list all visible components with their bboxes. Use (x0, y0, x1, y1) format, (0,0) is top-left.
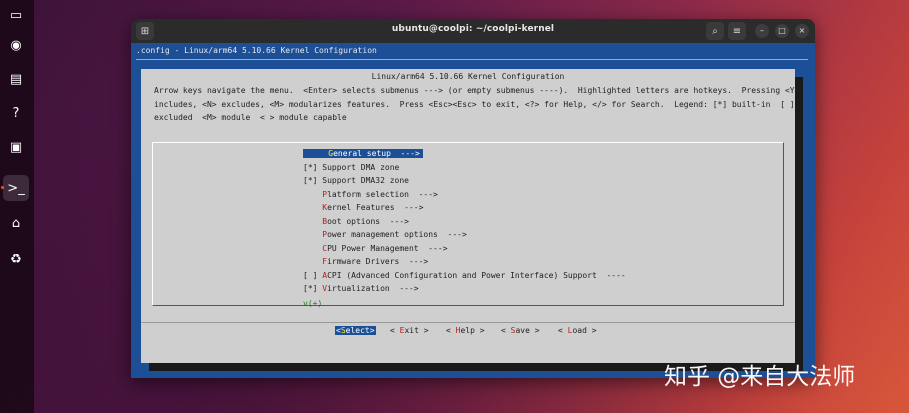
menu-item[interactable]: [*] Support DMA zone (303, 163, 399, 172)
more-indicator: v(+) (303, 299, 323, 308)
menu-item-label: eneral setup ---> (333, 149, 420, 158)
button-close: > (586, 326, 597, 335)
menu-item-prefix: [ ] (303, 270, 323, 280)
terminal-glyph: >_ (7, 180, 25, 196)
menu-item-prefix (303, 190, 322, 199)
dock: ▭ ◉ ▤ ? ▣ >_ ⌂ ♻ (0, 0, 34, 413)
help-line-1: Arrow keys navigate the menu. <Enter> se… (154, 86, 800, 95)
button-open: < (446, 326, 456, 335)
button-open: < (558, 326, 568, 335)
help-line-3: excluded <M> module < > module capable (154, 113, 347, 122)
maximize-icon[interactable]: □ (775, 24, 789, 38)
writer-glyph: ▤ (9, 71, 23, 87)
running-indicator (1, 186, 4, 189)
menu-item[interactable]: Platform selection ---> (303, 190, 438, 199)
button-exit[interactable]: < Exit > (390, 326, 429, 335)
menu-item-prefix (309, 149, 328, 158)
usb-glyph: ⌂ (11, 215, 21, 231)
menu-item-prefix (303, 217, 322, 226)
menu-item[interactable]: CPU Power Management ---> (303, 243, 448, 253)
menu-item[interactable]: Kernel Features ---> (303, 203, 423, 212)
trash-icon[interactable]: ♻ (3, 246, 29, 272)
remote-desktop-glyph: ▣ (9, 139, 23, 155)
menu-item-prefix: [*] (303, 176, 323, 185)
menu-item-label: latform selection ---> (327, 189, 438, 199)
menu-item-label: ower management options ---> (327, 230, 467, 239)
menuconfig-dialog: Linux/arm64 5.10.66 Kernel Configuration… (141, 69, 799, 363)
menu-item[interactable]: Boot options ---> (303, 217, 409, 226)
dialog-shadow-right (795, 77, 803, 371)
dialog-title: Linux/arm64 5.10.66 Kernel Configuration (371, 72, 565, 81)
rhythmbox-glyph: ◉ (10, 37, 22, 53)
menu-item[interactable]: Firmware Drivers ---> (303, 257, 428, 266)
button-close: > (529, 326, 540, 335)
menu-item[interactable]: Power management options ---> (303, 230, 467, 239)
trash-glyph: ♻ (10, 251, 22, 267)
menu-icon[interactable]: ≡ (728, 22, 746, 40)
menu-item-label: Support DMA zone (322, 162, 400, 172)
menu-item-label: irtualization ---> (327, 284, 419, 293)
watermark: 知乎 @来自大法师 (664, 364, 856, 390)
menu-item-label: ernel Features ---> (327, 203, 424, 212)
menu-item-label: CPI (Advanced Configuration and Power In… (327, 270, 626, 280)
button-rest: xit (404, 326, 419, 335)
button-help[interactable]: < Help > (446, 326, 485, 335)
menu-item-prefix: [*] (303, 284, 323, 293)
button-load[interactable]: < Load > (558, 326, 597, 335)
button-close: > (474, 326, 485, 335)
files-glyph: ▭ (9, 7, 23, 23)
minimize-icon[interactable]: – (755, 24, 769, 38)
menu-item-prefix: [*] (303, 162, 323, 172)
button-rest: elect (345, 326, 370, 335)
button-open: < (390, 326, 400, 335)
menu-box: General setup ---> [*] Support DMA zone [*… (152, 142, 784, 308)
close-icon[interactable]: × (795, 24, 809, 38)
menu-item[interactable]: [ ] ACPI (Advanced Configuration and Pow… (303, 271, 626, 280)
search-icon[interactable]: ⌕ (706, 22, 724, 40)
menu-item[interactable]: [*] Support DMA32 zone (303, 176, 409, 185)
menu-item-prefix (303, 203, 322, 212)
help-line-2: includes, <N> excludes, <M> modularizes … (154, 100, 795, 109)
menu-item[interactable]: [*] Virtualization ---> (303, 284, 419, 293)
titlebar[interactable]: ⊞ ubuntu@coolpi: ~/coolpi-kernel ⌕ ≡ – □… (131, 19, 815, 43)
terminal-icon[interactable]: >_ (3, 175, 29, 201)
button-open: < (501, 326, 511, 335)
remote-desktop-icon[interactable]: ▣ (3, 134, 29, 160)
terminal-window: ⊞ ubuntu@coolpi: ~/coolpi-kernel ⌕ ≡ – □… (131, 19, 815, 378)
menu-item-prefix (303, 230, 322, 239)
menu-item-prefix (303, 244, 322, 253)
button-close: > (369, 326, 375, 335)
button-rest: oad (572, 326, 587, 335)
menu-item-prefix (303, 257, 322, 266)
help-glyph: ? (12, 105, 20, 121)
menu-item-label: oot options ---> (327, 216, 409, 226)
menu-item-label: irmware Drivers ---> (327, 257, 429, 266)
files-icon[interactable]: ▭ (3, 2, 29, 28)
help-icon[interactable]: ? (3, 100, 29, 126)
button-close: > (418, 326, 429, 335)
menu-item[interactable]: General setup ---> (303, 149, 423, 158)
button-select[interactable]: <Select> (335, 326, 376, 335)
button-rest: elp (460, 326, 475, 335)
terminal-content[interactable]: .config - Linux/arm64 5.10.66 Kernel Con… (131, 43, 815, 378)
rhythmbox-icon[interactable]: ◉ (3, 32, 29, 58)
button-rest: ave (515, 326, 530, 335)
usb-icon[interactable]: ⌂ (3, 210, 29, 236)
writer-icon[interactable]: ▤ (3, 66, 29, 92)
menu-item-label: Support DMA32 zone (322, 176, 409, 185)
config-path: .config - Linux/arm64 5.10.66 Kernel Con… (136, 46, 377, 55)
menu-item-label: PU Power Management ---> (327, 243, 448, 253)
button-divider (141, 322, 795, 323)
button-save[interactable]: < Save > (501, 326, 540, 335)
header-divider (136, 59, 808, 60)
